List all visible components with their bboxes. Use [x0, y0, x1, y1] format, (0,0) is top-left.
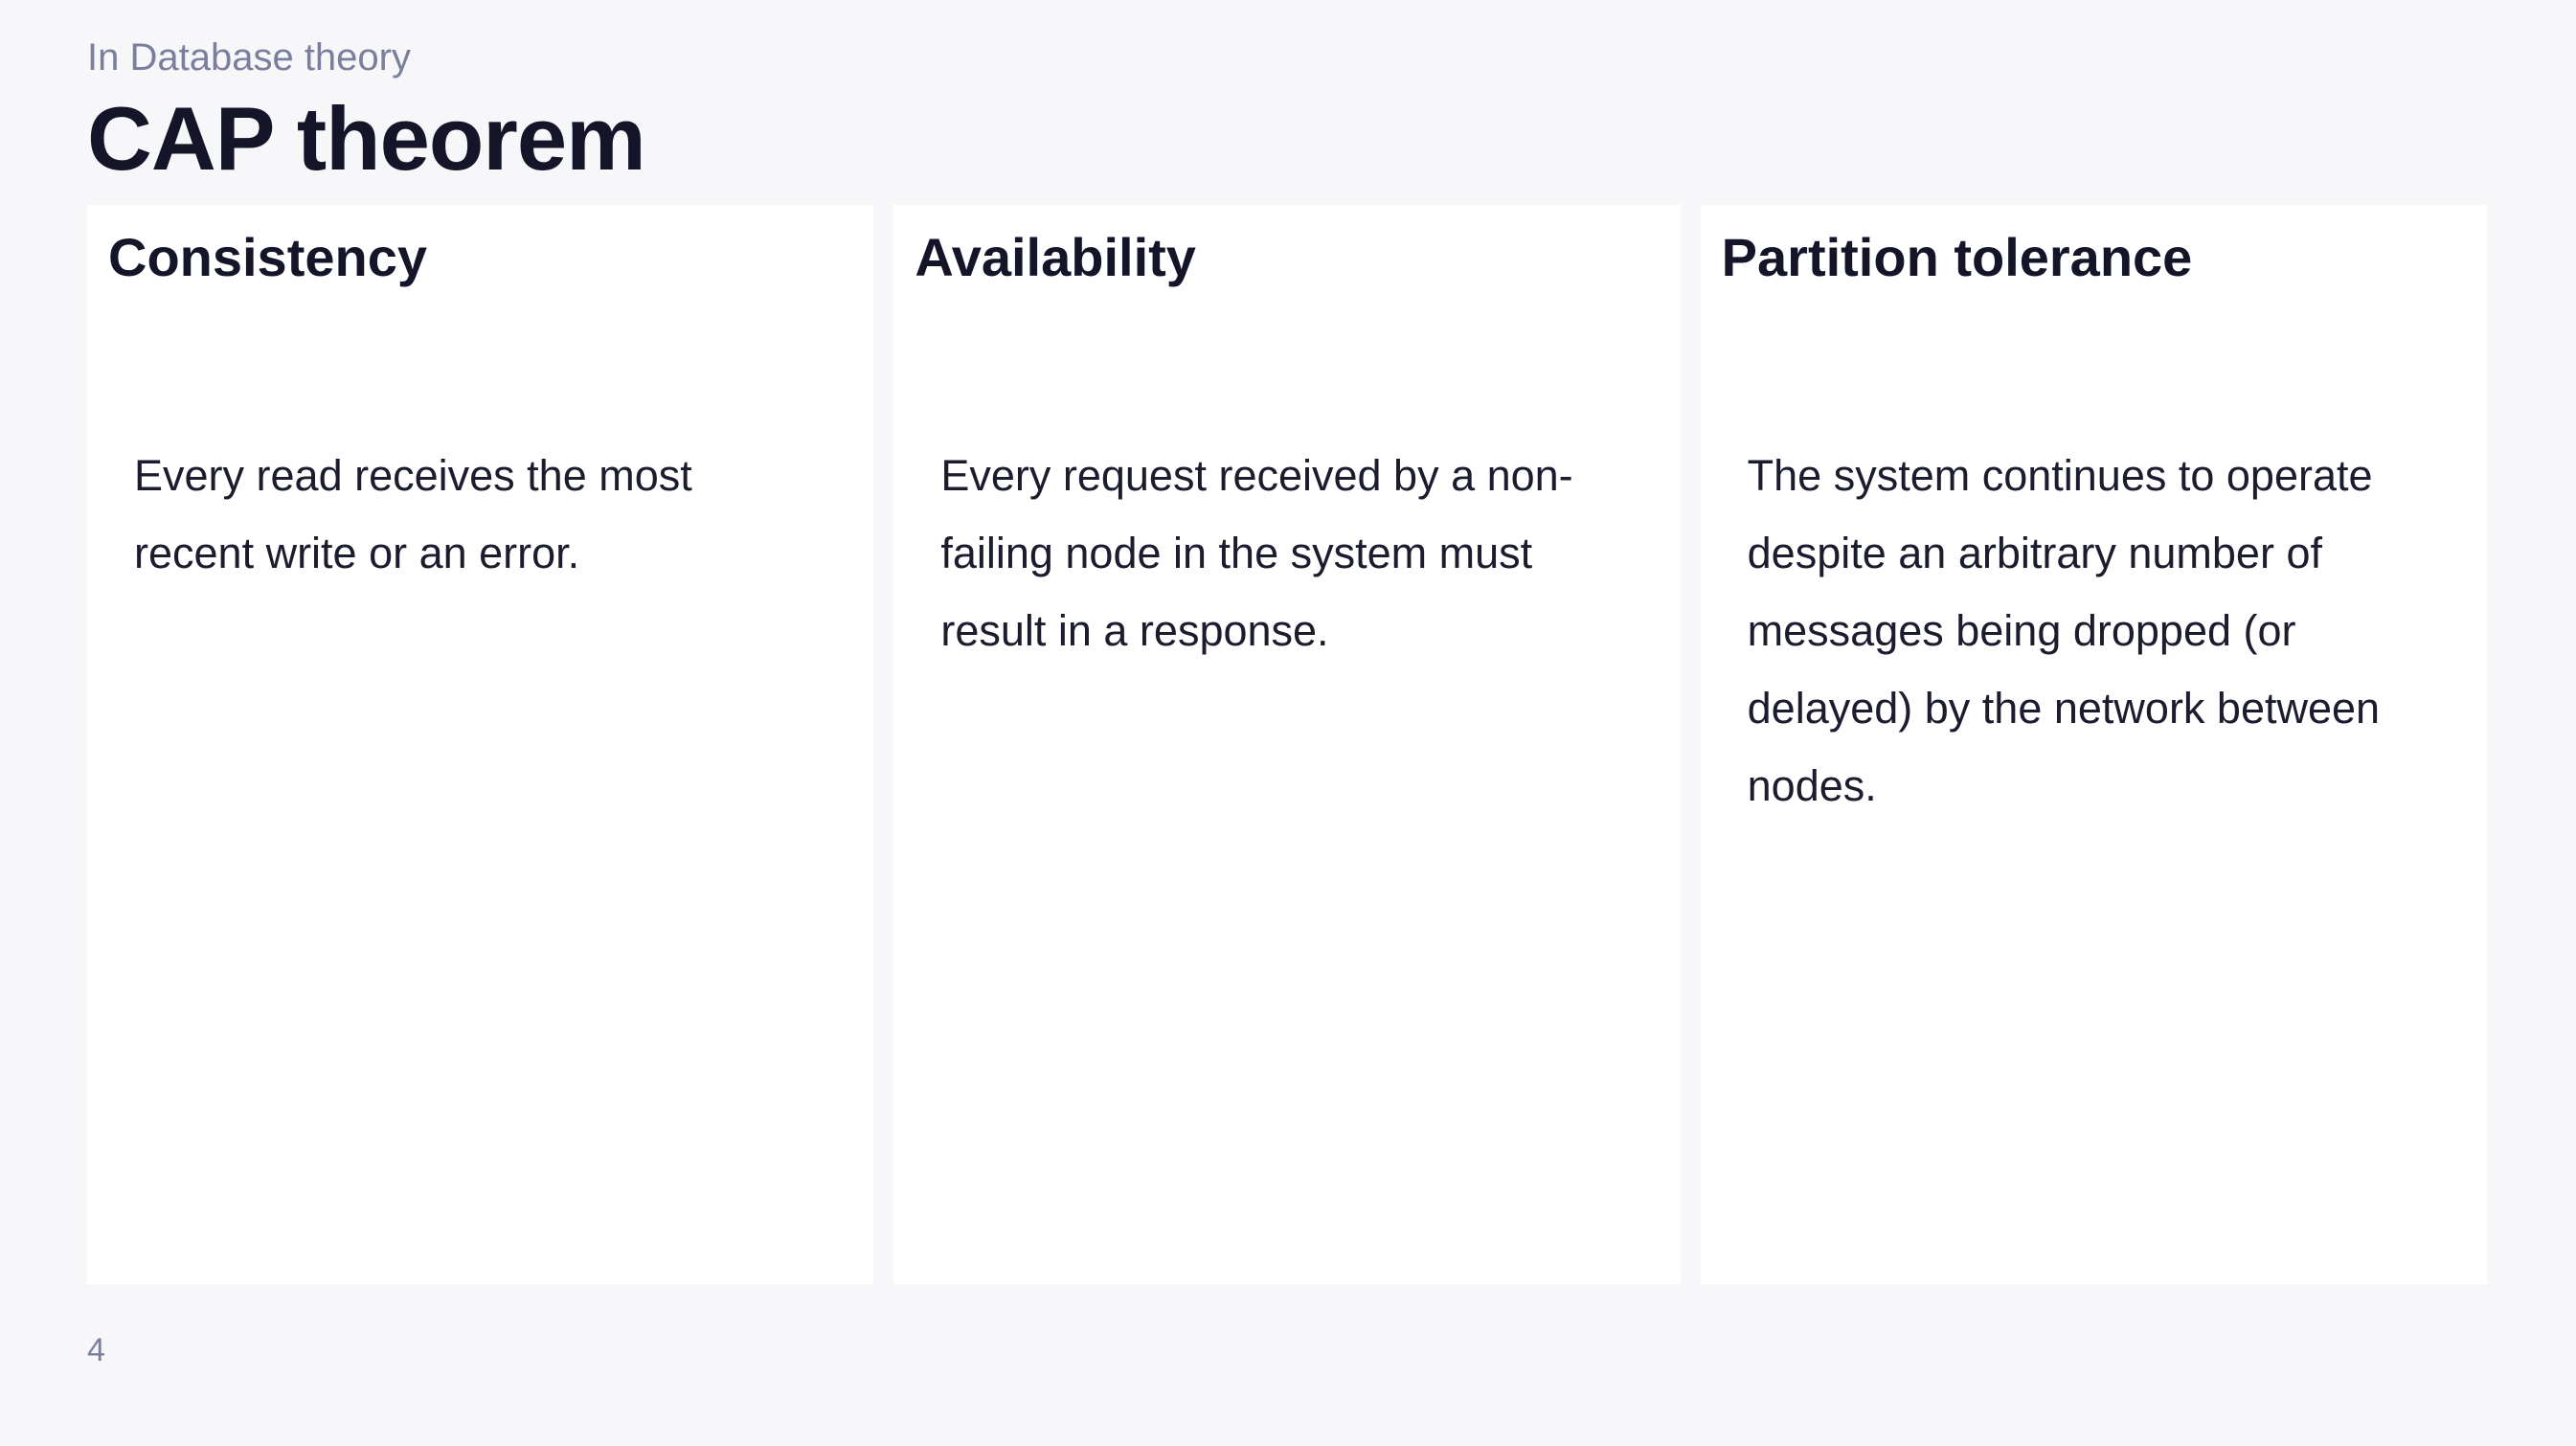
page-title: CAP theorem [87, 88, 646, 189]
card-description: Every request received by a non-failing … [940, 451, 1573, 655]
card-heading: Availability [915, 227, 1196, 287]
card-heading: Partition tolerance [1721, 227, 2193, 287]
breadcrumb: In Database theory [87, 36, 411, 79]
card-partition-tolerance: Partition tolerance The system continues… [1700, 205, 2487, 1284]
card-heading: Consistency [108, 227, 427, 287]
card-description: Every read receives the most recent writ… [134, 451, 692, 577]
card-description: The system continues to operate despite … [1747, 451, 2381, 810]
card-availability: Availability Every request received by a… [893, 205, 1681, 1284]
card-consistency: Consistency Every read receives the most… [87, 205, 874, 1284]
page-number: 4 [87, 1332, 105, 1368]
cards-row: Consistency Every read receives the most… [87, 205, 2487, 1284]
